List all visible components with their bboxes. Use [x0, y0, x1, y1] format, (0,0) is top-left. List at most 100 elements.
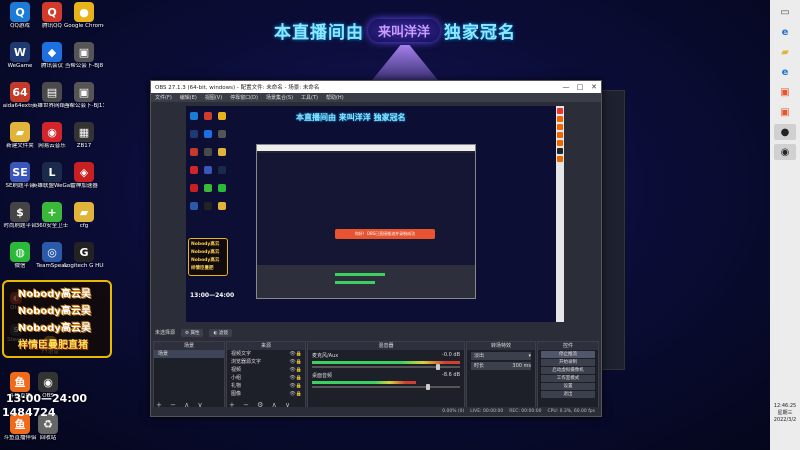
- minimize-button[interactable]: —: [559, 83, 573, 91]
- mic-fader-knob[interactable]: [436, 364, 440, 370]
- app-icon: SE: [10, 162, 30, 182]
- desktop-icon[interactable]: ▣ 当帮公会下-BJ8: [64, 42, 104, 70]
- no-source-label: 未选择源: [155, 330, 176, 336]
- source-item[interactable]: 小组 👁🔒: [227, 374, 305, 382]
- desktop-icon-label: ZB17: [76, 143, 92, 149]
- desktop-audio-meter: [312, 381, 416, 384]
- nested-titlebar: [257, 145, 475, 151]
- app-icon: ◆: [42, 42, 62, 62]
- sources-list: 视频文字 👁🔒 浏览器源文字 👁🔒 视频 👁🔒 小组 👁🔒 礼物 👁🔒 图像 👁🔒: [227, 350, 305, 398]
- stop-streaming-button[interactable]: 停止推流: [541, 351, 595, 358]
- taskbar-app-icon[interactable]: e: [774, 24, 796, 40]
- exit-button[interactable]: 退出: [541, 391, 595, 398]
- desktop-volume-slider[interactable]: [312, 384, 460, 390]
- visibility-lock-icon[interactable]: 👁🔒: [289, 350, 302, 358]
- menu-tools[interactable]: 工具(T): [301, 94, 318, 101]
- visibility-lock-icon[interactable]: 👁🔒: [289, 390, 302, 398]
- virtual-camera-button[interactable]: 启动虚拟摄像机: [541, 367, 595, 374]
- properties-button[interactable]: ⚙ 属性: [181, 328, 204, 337]
- menu-help[interactable]: 帮助(H): [326, 94, 344, 101]
- source-item[interactable]: 视频 👁🔒: [227, 366, 305, 374]
- taskbar-app-icon[interactable]: e: [774, 64, 796, 80]
- taskbar-app-icon[interactable]: ▭: [774, 4, 796, 20]
- settings-button[interactable]: 设置: [541, 383, 595, 390]
- mic-volume-slider[interactable]: [312, 364, 460, 370]
- chip: [557, 124, 563, 130]
- banner-name-text: 来叫洋洋: [367, 18, 440, 42]
- source-item[interactable]: 浏览器源文字 👁🔒: [227, 358, 305, 366]
- app-icon: G: [74, 242, 94, 262]
- visibility-lock-icon[interactable]: 👁🔒: [289, 374, 302, 382]
- preview-clock: 13:00—24:00: [190, 292, 235, 299]
- menu-file[interactable]: 文件(F): [155, 94, 172, 101]
- transitions-header: 转场特效: [467, 342, 535, 350]
- desktop-icon-label: 雷神加速器: [70, 183, 98, 189]
- transition-select[interactable]: 淡出 ▾: [471, 352, 531, 360]
- visibility-lock-icon[interactable]: 👁🔒: [289, 358, 302, 366]
- desktop-icon-label: Google Chrome: [64, 23, 104, 29]
- app-icon: ◈: [74, 162, 94, 182]
- app-icon: Q: [10, 2, 30, 22]
- desktop-icon[interactable]: ◈ 雷神加速器: [64, 162, 104, 190]
- taskbar-app-icon[interactable]: ▣: [774, 84, 796, 100]
- desktop-icon[interactable]: ▣ 当帮公会下-BJ11: [64, 82, 104, 110]
- taskbar-app-icon[interactable]: ◉: [774, 144, 796, 160]
- source-item[interactable]: 礼物 👁🔒: [227, 382, 305, 390]
- scene-item[interactable]: 场景: [154, 350, 224, 358]
- desktop-icon[interactable]: ▦ ZB17: [64, 122, 104, 150]
- maximize-button[interactable]: □: [573, 83, 587, 91]
- nobody-line: Nobody高云吴: [18, 323, 91, 334]
- preview-app-icon: [204, 112, 212, 120]
- source-item-label: 礼物: [231, 383, 242, 389]
- preview-app-icon: [190, 112, 198, 120]
- overlay-number: 1484724: [2, 406, 56, 419]
- app-icon: 鱼: [10, 372, 30, 392]
- obs-preview-canvas[interactable]: 本直播间由 来叫洋洋 独家冠名 Nobody高云 Nobody高云 Nobody…: [186, 106, 564, 322]
- menu-scene-collection[interactable]: 场景集合(S): [266, 94, 293, 101]
- desktop-icon[interactable]: ● Google Chrome: [64, 2, 104, 30]
- chip: [557, 148, 563, 154]
- menu-edit[interactable]: 编辑(E): [180, 94, 197, 101]
- nested-preview: 你好！OBS已直接推流并录制成功: [257, 153, 475, 265]
- source-item[interactable]: 图像 👁🔒: [227, 390, 305, 398]
- studio-mode-button[interactable]: 工作室模式: [541, 375, 595, 382]
- menu-view[interactable]: 视图(V): [205, 94, 222, 101]
- desktop-icon-label: Logitech G HUB: [64, 263, 104, 269]
- banner-left-text: 本直播间由: [273, 22, 364, 43]
- mixer-dock: 混音器 麦克风/Aux -0.0 dB 桌面音频 -8.6 dB: [307, 341, 465, 411]
- desktop-icon[interactable]: ▰ cfg: [64, 202, 104, 230]
- obs-menubar: 文件(F) 编辑(E) 视图(V) 停靠窗口(D) 场景集合(S) 工具(T) …: [151, 93, 601, 102]
- overlay-time-range: 13:00—24:00: [6, 392, 88, 405]
- start-recording-button[interactable]: 开始录制: [541, 359, 595, 366]
- desktop-audio-db: -8.6 dB: [442, 372, 460, 378]
- taskbar-app-icon[interactable]: ▣: [774, 104, 796, 120]
- source-item[interactable]: 视频文字 👁🔒: [227, 350, 305, 358]
- taskbar-app-icon[interactable]: ●: [774, 124, 796, 140]
- mixer-channel-mic: 麦克风/Aux -0.0 dB: [308, 350, 464, 370]
- app-icon: ▣: [74, 82, 94, 102]
- visibility-lock-icon[interactable]: 👁🔒: [289, 382, 302, 390]
- preview-app-icon: [204, 166, 212, 174]
- filters-button[interactable]: ◐ 滤镜: [209, 328, 232, 337]
- app-icon: L: [42, 162, 62, 182]
- transition-type: 淡出: [474, 353, 485, 359]
- preview-side-strip: [556, 106, 564, 322]
- visibility-lock-icon[interactable]: 👁🔒: [289, 366, 302, 374]
- duration-field[interactable]: 时长 300 ms: [471, 362, 531, 370]
- taskbar: ▭ e ▰ e ▣ ▣ ● ◉ 12:46:25 星期三 2022/3/2: [770, 0, 800, 450]
- taskbar-app-icon[interactable]: ▰: [774, 44, 796, 60]
- source-item-label: 视频文字: [231, 351, 252, 357]
- preview-app-icon: [218, 112, 226, 120]
- taskbar-clock[interactable]: 12:46:25 星期三 2022/3/2: [770, 403, 800, 424]
- desktop-icon-label: 当帮公会下-BJ11: [64, 103, 104, 109]
- desktop-fader-knob[interactable]: [426, 384, 430, 390]
- live-timer: LIVE: 00:00:00: [470, 409, 504, 414]
- preview-nobody-widget: Nobody高云 Nobody高云 Nobody高云 样情臣曼肥: [188, 238, 228, 276]
- desktop-icon[interactable]: G Logitech G HUB: [64, 242, 104, 270]
- menu-docks[interactable]: 停靠窗口(D): [230, 94, 258, 101]
- app-icon: ◉: [42, 122, 62, 142]
- app-icon: W: [10, 42, 30, 62]
- close-button[interactable]: ✕: [587, 83, 601, 91]
- preview-app-icon: [218, 148, 226, 156]
- chip: [557, 132, 563, 138]
